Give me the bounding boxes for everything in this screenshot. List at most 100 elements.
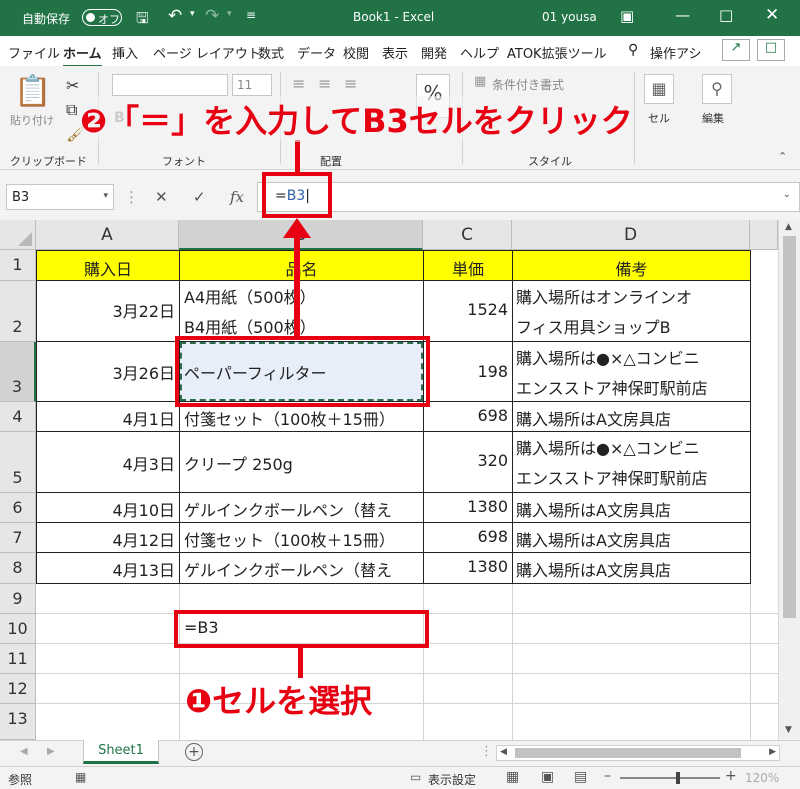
next-sheet-icon[interactable]: ▶ — [47, 746, 55, 757]
row-header-2[interactable]: 2 — [0, 281, 36, 342]
row-header-4[interactable]: 4 — [0, 402, 36, 432]
col-header-c[interactable]: C — [423, 220, 512, 250]
undo-icon[interactable]: ↶ — [168, 6, 182, 26]
scroll-thumb[interactable] — [783, 236, 796, 618]
editing-label[interactable]: 編集 — [702, 110, 724, 126]
share-icon[interactable]: ↗ — [722, 39, 750, 61]
scroll-right-icon[interactable]: ▶ — [769, 747, 776, 757]
h-scroll-thumb[interactable] — [515, 748, 741, 758]
cell-a4[interactable]: 4月1日 — [37, 406, 175, 430]
cell-b6[interactable]: ゲルインクボールペン（替え — [184, 497, 422, 521]
cut-icon[interactable]: ✂ — [66, 76, 79, 95]
conditional-format-icon[interactable]: ▦ — [474, 74, 486, 89]
page-break-view-icon[interactable]: ▤ — [574, 769, 587, 785]
cell-a3[interactable]: 3月26日 — [37, 360, 175, 384]
normal-view-icon[interactable]: ▦ — [506, 769, 519, 785]
close-icon[interactable]: ✕ — [765, 5, 779, 25]
cell-c2[interactable]: 1524 — [424, 300, 508, 319]
ribbon-display-icon[interactable]: ▣ — [620, 7, 634, 25]
scroll-down-icon[interactable]: ▼ — [785, 725, 792, 735]
scroll-up-icon[interactable]: ▲ — [785, 222, 792, 232]
tab-file[interactable]: ファイル — [8, 43, 60, 62]
minimize-icon[interactable]: — — [675, 6, 690, 24]
tab-atok[interactable]: ATOK拡張ツール — [507, 43, 607, 62]
vertical-scrollbar[interactable]: ▲ ▼ — [778, 220, 800, 740]
zoom-out-icon[interactable]: – — [604, 768, 611, 784]
row-header-11[interactable]: 11 — [0, 644, 36, 674]
tab-developer[interactable]: 開発 — [421, 43, 447, 62]
prev-sheet-icon[interactable]: ◀ — [20, 746, 28, 757]
row-header-3[interactable]: 3 — [0, 342, 36, 402]
row-header-8[interactable]: 8 — [0, 553, 36, 584]
cell-a8[interactable]: 4月13日 — [37, 557, 175, 581]
cell-c8[interactable]: 1380 — [424, 557, 508, 576]
row-header-9[interactable]: 9 — [0, 584, 36, 614]
tab-page-layout[interactable]: ページ レイアウト — [153, 43, 261, 62]
cell-b8[interactable]: ゲルインクボールペン（替え — [184, 557, 422, 581]
tab-tell-me[interactable]: 操作アシ — [650, 43, 701, 62]
tab-split-handle-icon[interactable]: ⋮ — [480, 744, 493, 759]
cell-d5-line2[interactable]: エンスストア神保町駅前店 — [516, 465, 748, 489]
macro-record-icon[interactable]: ▦ — [75, 770, 86, 784]
zoom-slider[interactable] — [620, 772, 720, 784]
header-date[interactable]: 購入日 — [36, 250, 180, 281]
horizontal-scrollbar[interactable]: ◀ ▶ — [496, 745, 780, 761]
cell-b2-line1[interactable]: A4用紙（500枚） — [184, 284, 420, 308]
col-header-e[interactable] — [750, 220, 778, 250]
cell-d2-line1[interactable]: 購入場所はオンラインオ — [516, 284, 748, 308]
cell-c6[interactable]: 1380 — [424, 497, 508, 516]
font-size-select[interactable]: 11 — [232, 74, 272, 96]
zoom-slider-thumb[interactable] — [676, 772, 680, 784]
tab-home[interactable]: ホーム — [63, 43, 102, 68]
cells-label[interactable]: セル — [648, 110, 670, 126]
zoom-level[interactable]: 120% — [745, 771, 779, 785]
cell-a2[interactable]: 3月22日 — [37, 298, 175, 322]
cell-c3[interactable]: 198 — [424, 362, 508, 381]
find-icon[interactable]: ⚲ — [702, 74, 732, 104]
cell-c7[interactable]: 698 — [424, 527, 508, 546]
zoom-in-icon[interactable]: + — [725, 768, 737, 784]
align-bottom-icon[interactable]: ≡ — [344, 74, 357, 93]
cell-c4[interactable]: 698 — [424, 406, 508, 425]
page-layout-view-icon[interactable]: ▣ — [541, 769, 554, 785]
tab-help[interactable]: ヘルプ — [460, 43, 499, 62]
font-name-select[interactable] — [112, 74, 228, 96]
cell-a7[interactable]: 4月12日 — [37, 527, 175, 551]
cell-d3-line2[interactable]: エンスストア神保町駅前店 — [516, 375, 748, 399]
copy-icon[interactable]: ⧉ — [66, 100, 77, 120]
col-header-a[interactable]: A — [36, 220, 179, 250]
cell-d5-line1[interactable]: 購入場所は●×△コンビニ — [516, 435, 748, 459]
scroll-left-icon[interactable]: ◀ — [500, 747, 507, 757]
row-header-1[interactable]: 1 — [0, 250, 36, 281]
tab-insert[interactable]: 挿入 — [112, 43, 138, 62]
cell-b5[interactable]: クリープ 250g — [184, 451, 420, 475]
tab-view[interactable]: 表示 — [382, 43, 408, 62]
conditional-format-label[interactable]: 条件付き書式 — [492, 76, 564, 93]
paste-label[interactable]: 貼り付け — [10, 112, 54, 128]
header-price[interactable]: 単価 — [423, 250, 513, 281]
cancel-icon[interactable]: ✕ — [155, 188, 168, 206]
row-header-10[interactable]: 10 — [0, 614, 36, 644]
cell-b4[interactable]: 付箋セット（100枚＋15冊） — [184, 406, 420, 430]
align-middle-icon[interactable]: ≡ — [318, 74, 331, 93]
autosave-toggle[interactable]: オフ — [82, 9, 122, 26]
insert-function-icon[interactable]: fx — [230, 188, 244, 206]
cell-d3-line1[interactable]: 購入場所は●×△コンビニ — [516, 345, 748, 369]
col-header-d[interactable]: D — [512, 220, 750, 250]
header-note[interactable]: 備考 — [512, 250, 751, 281]
row-header-12[interactable]: 12 — [0, 674, 36, 704]
row-header-7[interactable]: 7 — [0, 523, 36, 553]
row-header-6[interactable]: 6 — [0, 493, 36, 523]
cell-d2-line2[interactable]: フィス用具ショップB — [516, 314, 748, 338]
cell-c5[interactable]: 320 — [424, 451, 508, 470]
maximize-icon[interactable]: □ — [719, 6, 733, 24]
redo-icon[interactable]: ↷ — [205, 6, 219, 26]
header-item[interactable]: 品名 — [179, 250, 424, 281]
cell-a6[interactable]: 4月10日 — [37, 497, 175, 521]
save-icon[interactable]: 🖫 — [136, 8, 149, 33]
tab-formulas[interactable]: 数式 — [258, 43, 284, 62]
comments-icon[interactable]: □ — [757, 39, 785, 61]
cell-a5[interactable]: 4月3日 — [37, 451, 175, 475]
tab-review[interactable]: 校閲 — [343, 43, 369, 62]
cells-icon[interactable]: ▦ — [644, 74, 674, 104]
